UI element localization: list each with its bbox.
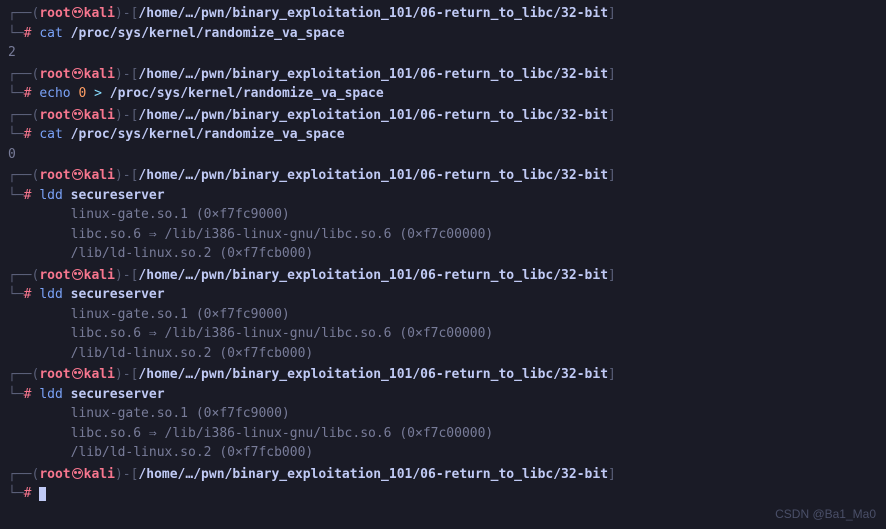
command-args: secureserver (71, 188, 165, 203)
prompt-block: ┌──(rootkali)-[/home/…/pwn/binary_exploi… (8, 465, 878, 504)
prompt-block: ┌──(rootkali)-[/home/…/pwn/binary_exploi… (8, 266, 878, 364)
skull-icon (72, 269, 83, 280)
prompt-block: ┌──(rootkali)-[/home/…/pwn/binary_exploi… (8, 166, 878, 264)
command-name: ldd (39, 188, 62, 203)
command-args: secureserver (71, 287, 165, 302)
cursor (39, 487, 46, 501)
prompt-line-cmd[interactable]: └─# ldd secureserver (8, 186, 878, 206)
skull-icon (72, 109, 83, 120)
watermark-text: CSDN @Ba1_Ma0 (775, 505, 876, 523)
prompt-block: ┌──(rootkali)-[/home/…/pwn/binary_exploi… (8, 65, 878, 104)
output-line: /lib/ld-linux.so.2 (0×f7fcb000) (8, 244, 878, 264)
output-line: linux-gate.so.1 (0×f7fc9000) (8, 205, 878, 225)
prompt-block: ┌──(rootkali)-[/home/…/pwn/binary_exploi… (8, 4, 878, 63)
prompt-line-top: ┌──(rootkali)-[/home/…/pwn/binary_exploi… (8, 106, 878, 126)
command-args: /proc/sys/kernel/randomize_va_space (71, 26, 345, 41)
prompt-line-cmd[interactable]: └─# echo 0 > /proc/sys/kernel/randomize_… (8, 84, 878, 104)
command-name: cat (39, 127, 62, 142)
output-line: libc.so.6 ⇒ /lib/i386-linux-gnu/libc.so.… (8, 225, 878, 245)
output-line: linux-gate.so.1 (0×f7fc9000) (8, 404, 878, 424)
output-line: linux-gate.so.1 (0×f7fc9000) (8, 305, 878, 325)
prompt-line-cmd[interactable]: └─# (8, 484, 878, 504)
skull-icon (72, 169, 83, 180)
prompt-line-top: ┌──(rootkali)-[/home/…/pwn/binary_exploi… (8, 266, 878, 286)
skull-icon (72, 68, 83, 79)
prompt-line-cmd[interactable]: └─# ldd secureserver (8, 285, 878, 305)
command-name: ldd (39, 287, 62, 302)
output-line: /lib/ld-linux.so.2 (0×f7fcb000) (8, 443, 878, 463)
terminal-output[interactable]: ┌──(rootkali)-[/home/…/pwn/binary_exploi… (8, 4, 878, 504)
command-name: echo (39, 86, 70, 101)
prompt-line-top: ┌──(rootkali)-[/home/…/pwn/binary_exploi… (8, 365, 878, 385)
output-line: /lib/ld-linux.so.2 (0×f7fcb000) (8, 344, 878, 364)
command-name: cat (39, 26, 62, 41)
prompt-line-cmd[interactable]: └─# ldd secureserver (8, 385, 878, 405)
command-args: secureserver (71, 387, 165, 402)
prompt-line-top: ┌──(rootkali)-[/home/…/pwn/binary_exploi… (8, 465, 878, 485)
prompt-line-top: ┌──(rootkali)-[/home/…/pwn/binary_exploi… (8, 4, 878, 24)
prompt-line-top: ┌──(rootkali)-[/home/…/pwn/binary_exploi… (8, 65, 878, 85)
prompt-line-cmd[interactable]: └─# cat /proc/sys/kernel/randomize_va_sp… (8, 125, 878, 145)
prompt-block: ┌──(rootkali)-[/home/…/pwn/binary_exploi… (8, 106, 878, 165)
output-line: libc.so.6 ⇒ /lib/i386-linux-gnu/libc.so.… (8, 424, 878, 444)
prompt-block: ┌──(rootkali)-[/home/…/pwn/binary_exploi… (8, 365, 878, 463)
command-args: /proc/sys/kernel/randomize_va_space (71, 127, 345, 142)
command-name: ldd (39, 387, 62, 402)
output-line: libc.so.6 ⇒ /lib/i386-linux-gnu/libc.so.… (8, 324, 878, 344)
skull-icon (72, 468, 83, 479)
output-line: 0 (8, 145, 878, 165)
prompt-line-cmd[interactable]: └─# cat /proc/sys/kernel/randomize_va_sp… (8, 24, 878, 44)
skull-icon (72, 7, 83, 18)
skull-icon (72, 368, 83, 379)
output-line: 2 (8, 43, 878, 63)
prompt-line-top: ┌──(rootkali)-[/home/…/pwn/binary_exploi… (8, 166, 878, 186)
